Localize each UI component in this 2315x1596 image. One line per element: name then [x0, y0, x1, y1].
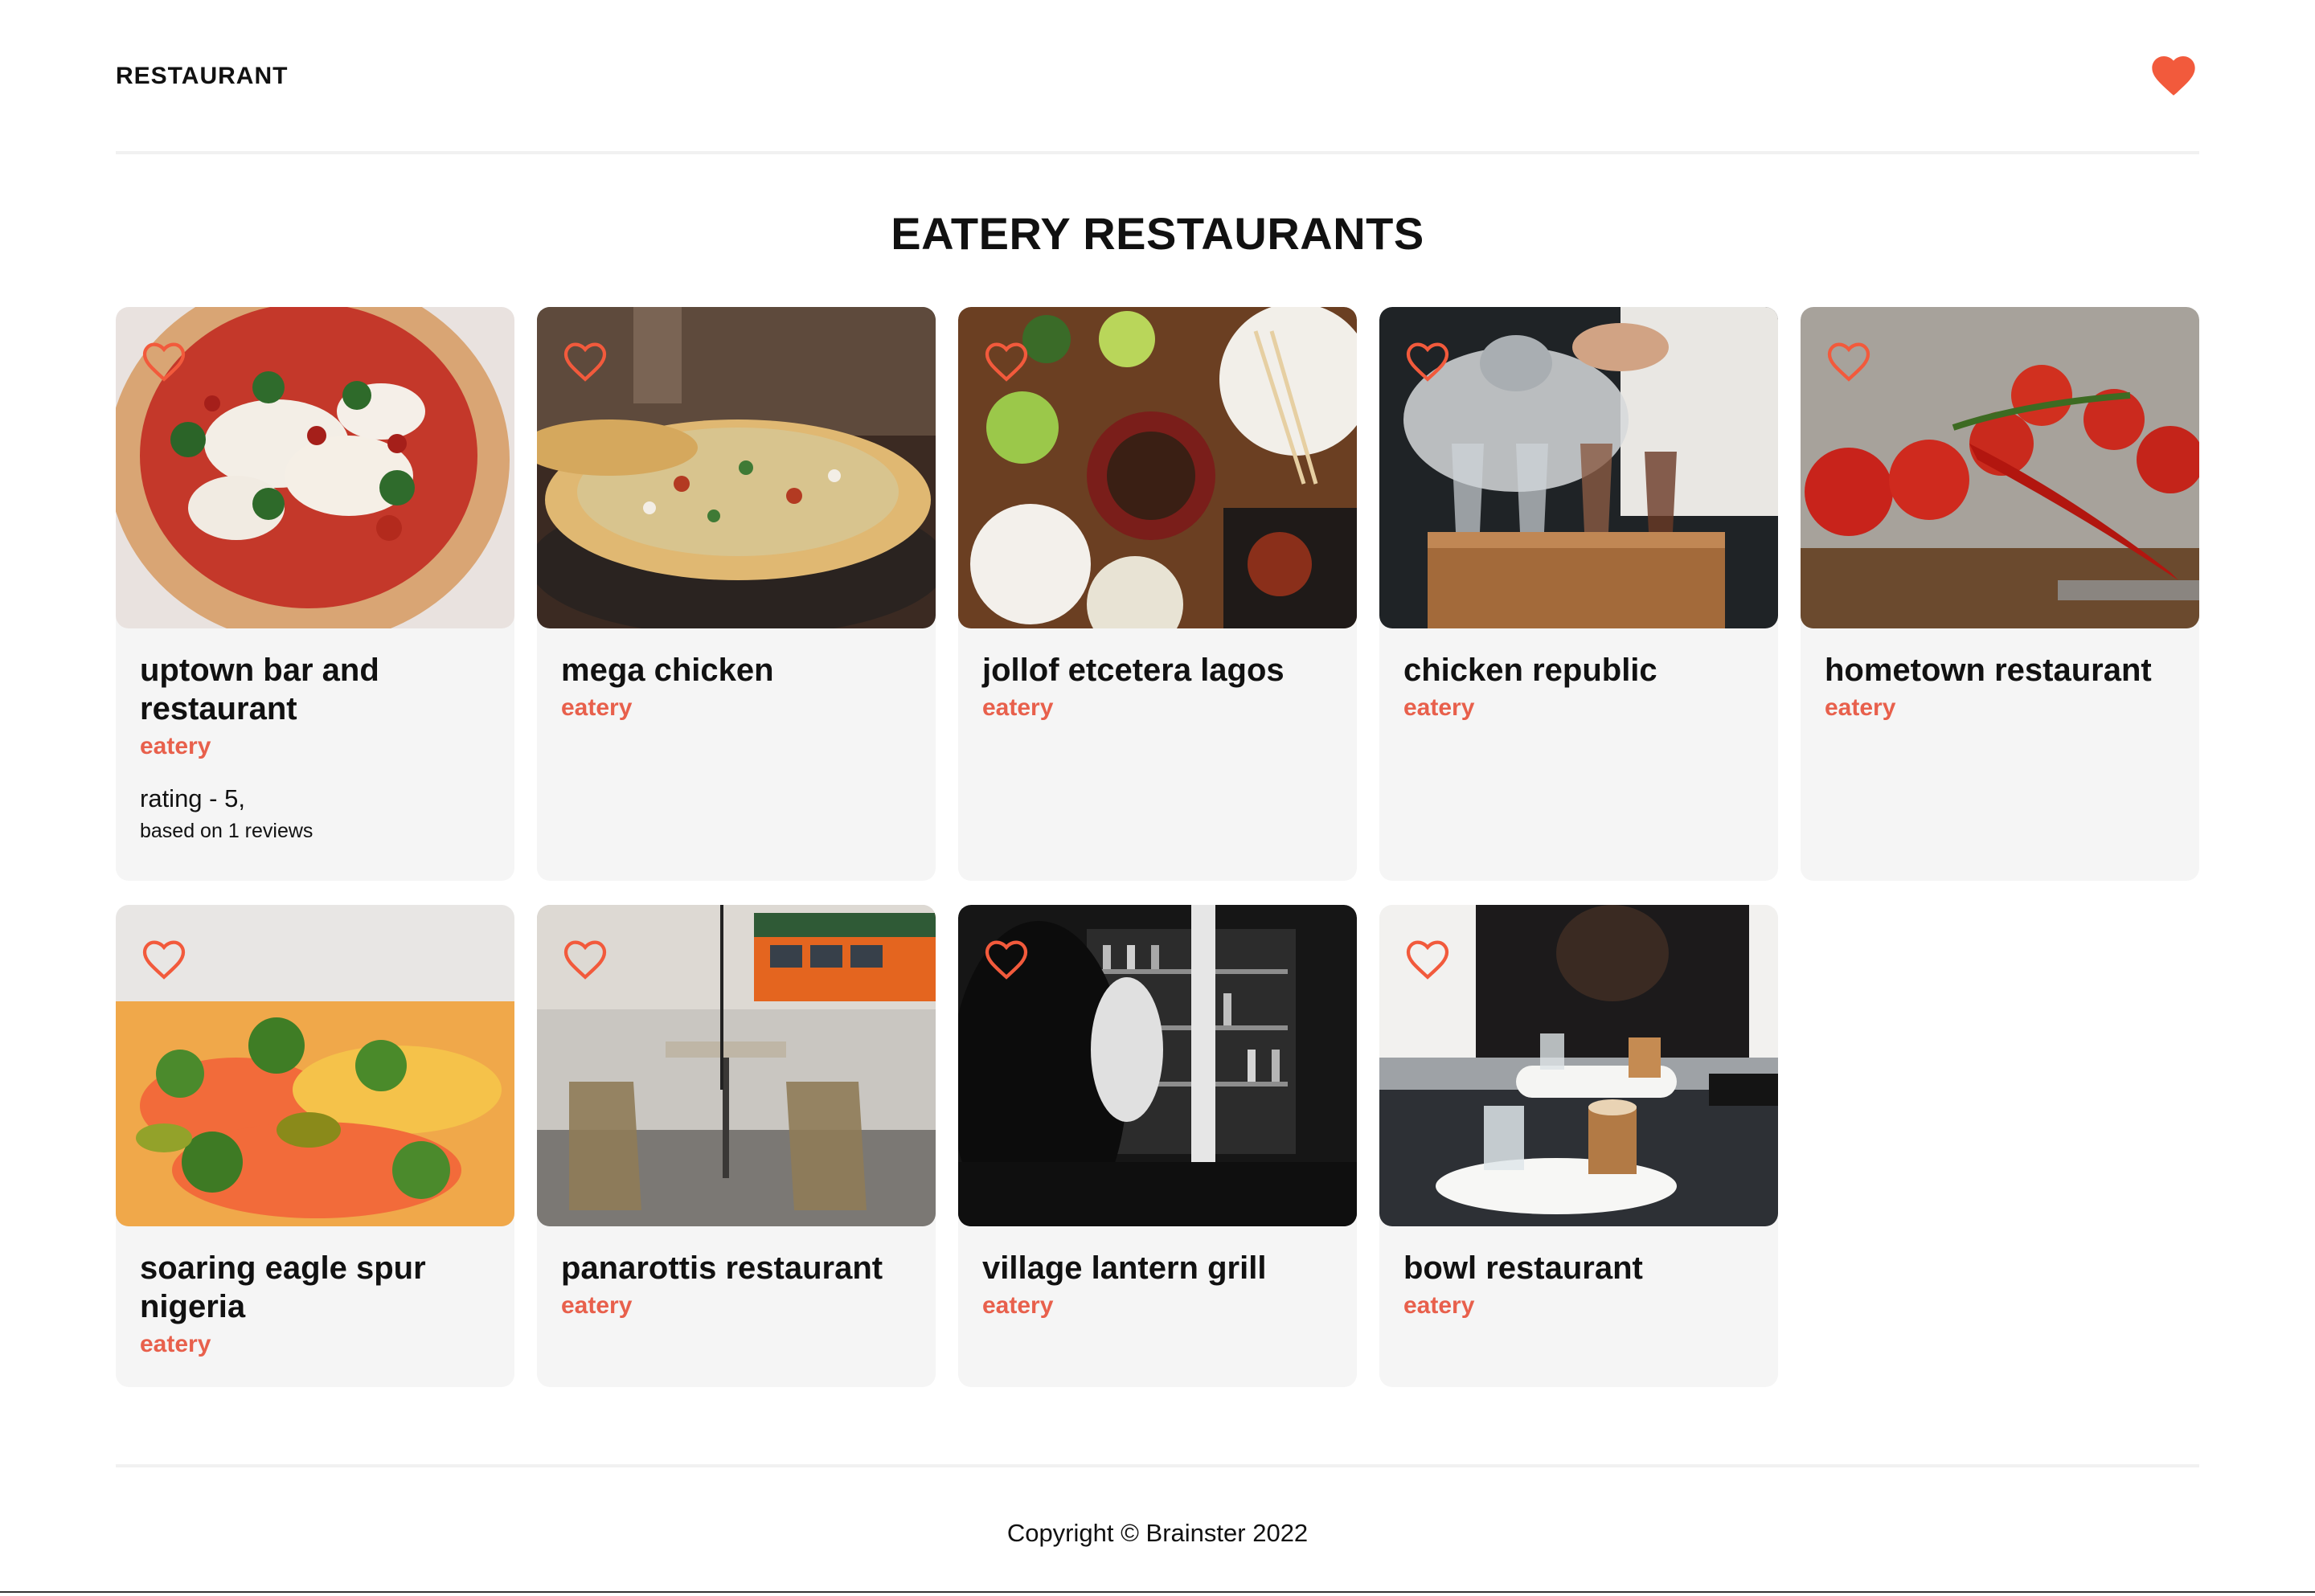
restaurant-image [116, 307, 514, 628]
heart-outline-icon[interactable] [981, 934, 1032, 985]
restaurant-category: eatery [982, 1292, 1054, 1319]
restaurant-category: eatery [561, 694, 633, 721]
restaurant-category: eatery [140, 1331, 211, 1357]
copyright-text: Copyright © Brainster 2022 [1006, 1519, 1309, 1547]
restaurant-category: eatery [1403, 1292, 1475, 1319]
heart-outline-icon[interactable] [559, 934, 611, 985]
restaurant-grid: uptown bar and restaurant eatery rating … [116, 307, 2199, 1387]
restaurant-name: bowl restaurant [1403, 1250, 1643, 1286]
restaurant-category: eatery [140, 733, 211, 759]
restaurant-name: chicken republic [1403, 653, 1657, 688]
restaurant-name: hometown restaurant [1825, 653, 2152, 688]
heart-outline-icon[interactable] [1402, 934, 1453, 985]
restaurant-image [1379, 307, 1778, 628]
restaurant-image [116, 905, 514, 1226]
heart-outline-icon[interactable] [1402, 336, 1453, 387]
restaurant-card[interactable]: uptown bar and restaurant eatery rating … [116, 307, 514, 881]
restaurant-image [1801, 307, 2199, 628]
restaurant-card[interactable]: jollof etcetera lagos eatery [958, 307, 1357, 881]
favorites-heart-icon[interactable] [2148, 50, 2199, 101]
restaurant-card[interactable]: panarottis restaurant eatery [537, 905, 936, 1387]
restaurant-rating: rating - 5, [140, 784, 245, 812]
heart-outline-icon[interactable] [138, 336, 190, 387]
restaurant-card[interactable]: bowl restaurant eatery [1379, 905, 1778, 1387]
heart-outline-icon[interactable] [981, 336, 1032, 387]
footer: Copyright © Brainster 2022 [116, 1464, 2199, 1596]
restaurant-card[interactable]: mega chicken eatery [537, 307, 936, 881]
restaurant-name: jollof etcetera lagos [982, 653, 1285, 688]
heart-outline-icon[interactable] [138, 934, 190, 985]
restaurant-card[interactable]: hometown restaurant eatery [1801, 307, 2199, 881]
restaurant-category: eatery [561, 1292, 633, 1319]
restaurant-reviews-count: based on 1 reviews [140, 820, 313, 842]
restaurant-card[interactable]: soaring eagle spur nigeria eatery [116, 905, 514, 1387]
brand-logo-text[interactable]: RESTAURANT [116, 63, 288, 90]
restaurant-image [958, 905, 1357, 1226]
restaurant-image [537, 307, 936, 628]
restaurant-name: uptown bar and restaurant [140, 653, 379, 726]
restaurant-image [1379, 905, 1778, 1226]
heart-outline-icon[interactable] [559, 336, 611, 387]
restaurant-category: eatery [1825, 694, 1896, 721]
restaurant-name: village lantern grill [982, 1250, 1267, 1286]
restaurant-name: soaring eagle spur nigeria [140, 1250, 426, 1324]
restaurant-image [958, 307, 1357, 628]
restaurant-name: panarottis restaurant [561, 1250, 883, 1286]
page-title: EATERY RESTAURANTS [891, 208, 1424, 259]
restaurant-category: eatery [982, 694, 1054, 721]
restaurant-category: eatery [1403, 694, 1475, 721]
restaurant-image [537, 905, 936, 1226]
heart-outline-icon[interactable] [1823, 336, 1875, 387]
restaurant-card[interactable]: village lantern grill eatery [958, 905, 1357, 1387]
top-navbar: RESTAURANT [116, 0, 2199, 154]
restaurant-card[interactable]: chicken republic eatery [1379, 307, 1778, 881]
restaurant-name: mega chicken [561, 653, 774, 688]
